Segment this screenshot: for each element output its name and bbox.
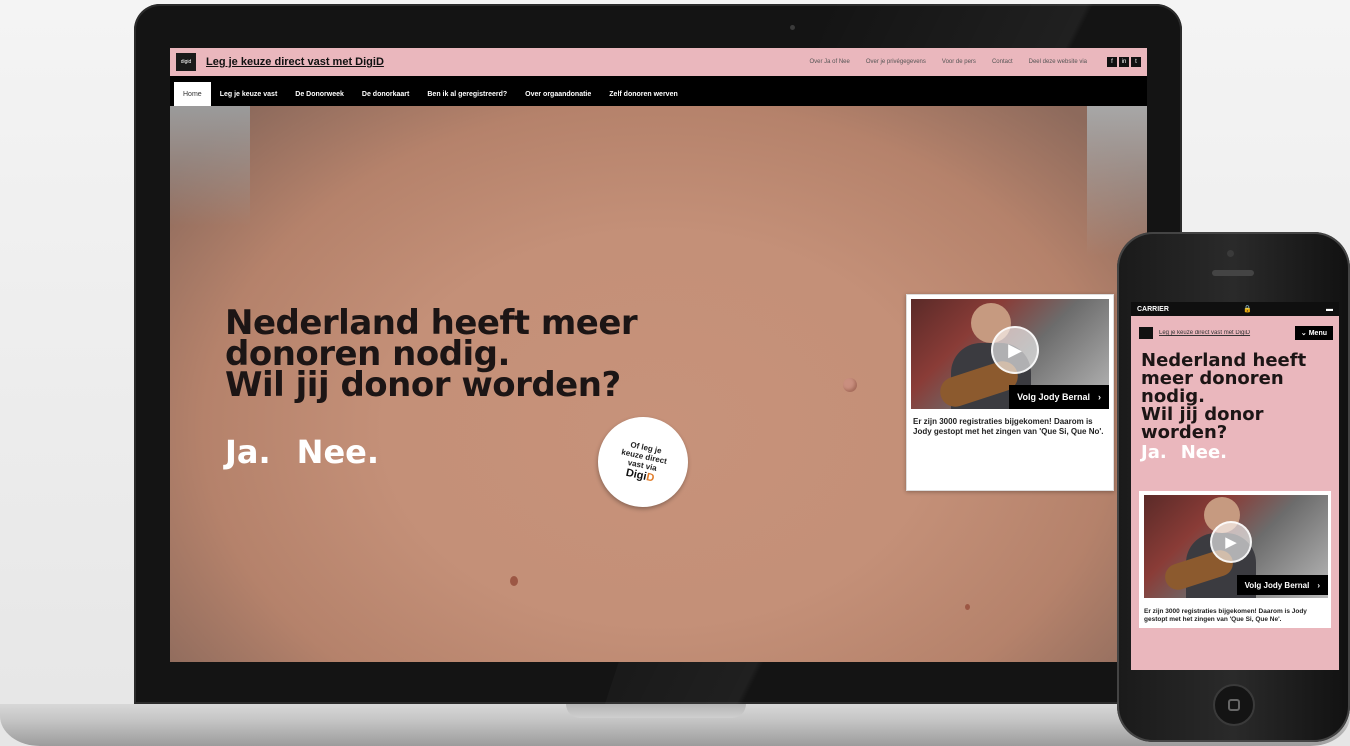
phone-site-title[interactable]: Leg je keuze direct vast met DigiD: [1159, 330, 1267, 336]
social-icons: f in t: [1107, 57, 1141, 67]
digid-logo[interactable]: [1139, 327, 1153, 339]
home-square-icon: [1228, 699, 1240, 711]
phone-speaker: [1212, 270, 1254, 276]
top-link-privacy[interactable]: Over je privégegevens: [866, 59, 926, 65]
phone-headline: Nederland heeft meer donoren nodig. Wil …: [1131, 346, 1339, 442]
yes-button[interactable]: Ja.: [1141, 442, 1167, 463]
phone-yes-no-choice: Ja. Nee.: [1131, 442, 1339, 463]
nav-donorweek[interactable]: De Donorweek: [286, 82, 353, 106]
top-link-about[interactable]: Over Ja of Nee: [810, 59, 850, 65]
follow-jody-button[interactable]: Volg Jody Bernal ›: [1009, 385, 1109, 409]
laptop-screen: digid Leg je keuze direct vast met DigiD…: [170, 48, 1147, 662]
facebook-icon[interactable]: f: [1107, 57, 1117, 67]
main-nav: Home Leg je keuze vast De Donorweek De d…: [170, 76, 1147, 106]
chevron-right-icon: ›: [1317, 580, 1320, 590]
video-thumbnail[interactable]: ▶ Volg Jody Bernal ›: [911, 299, 1109, 409]
video-card: ▶ Volg Jody Bernal › Er zijn 3000 regist…: [906, 294, 1114, 491]
no-button[interactable]: Nee.: [297, 433, 379, 471]
battery-icon: ▬: [1325, 305, 1333, 313]
laptop-notch: [566, 704, 746, 718]
carrier-label: CARRIER: [1137, 305, 1169, 313]
top-link-contact[interactable]: Contact: [992, 59, 1013, 65]
menu-button[interactable]: ⌄ Menu: [1294, 326, 1333, 340]
skin-mole: [510, 576, 518, 586]
video-caption: Er zijn 3000 registraties bijgekomen! Da…: [1144, 608, 1307, 623]
video-thumbnail[interactable]: ▶ Volg Jody Bernal ›: [1144, 495, 1328, 598]
play-icon[interactable]: ▶: [991, 326, 1039, 374]
top-link-share: Deel deze website via: [1028, 59, 1087, 65]
nav-orgaandonatie[interactable]: Over orgaandonatie: [516, 82, 600, 106]
lock-icon: 🔒: [1243, 306, 1252, 313]
chevron-right-icon: ›: [1098, 392, 1101, 402]
hero-shadow-right: [1087, 106, 1147, 256]
nav-leg-je-keuze-vast[interactable]: Leg je keuze vast: [211, 82, 287, 106]
nav-home[interactable]: Home: [174, 82, 211, 106]
phone-camera: [1227, 250, 1234, 257]
home-button[interactable]: [1213, 684, 1255, 726]
top-links: Over Ja of Nee Over je privégegevens Voo…: [810, 57, 1141, 67]
hero-headline: Nederland heeft meer donoren nodig. Wil …: [225, 306, 705, 405]
chevron-down-icon: ⌄: [1300, 330, 1309, 337]
site-top-bar: digid Leg je keuze direct vast met DigiD…: [170, 48, 1147, 76]
follow-label: Volg Jody Bernal: [1244, 580, 1310, 590]
headline-line: Wil jij donor worden?: [225, 365, 621, 405]
site-title-link[interactable]: Leg je keuze direct vast met DigiD: [206, 56, 384, 68]
follow-jody-button[interactable]: Volg Jody Bernal ›: [1236, 575, 1328, 595]
digid-wordmark: DigiD: [624, 466, 656, 485]
nav-donorkaart[interactable]: De donorkaart: [353, 82, 418, 106]
nav-donoren-werven[interactable]: Zelf donoren werven: [600, 82, 686, 106]
headline-line: worden?: [1141, 422, 1228, 443]
phone-site-header: Leg je keuze direct vast met DigiD ⌄ Men…: [1131, 316, 1339, 346]
phone-screen: CARRIER 🔒 ▬ Leg je keuze direct vast met…: [1131, 302, 1339, 670]
phone-status-bar: CARRIER 🔒 ▬: [1131, 302, 1339, 316]
skin-mole: [965, 604, 970, 610]
linkedin-icon[interactable]: in: [1119, 57, 1129, 67]
top-link-press[interactable]: Voor de pers: [942, 59, 976, 65]
skin-mole: [843, 378, 857, 392]
menu-label: Menu: [1308, 330, 1327, 337]
yes-no-choice: Ja. Nee.: [225, 433, 379, 471]
phone-video-card: ▶ Volg Jody Bernal › Er zijn 3000 regist…: [1139, 491, 1331, 628]
nav-geregistreerd[interactable]: Ben ik al geregistreerd?: [418, 82, 516, 106]
twitter-icon[interactable]: t: [1131, 57, 1141, 67]
hero-shadow-left: [170, 106, 250, 226]
no-button[interactable]: Nee.: [1181, 442, 1227, 463]
laptop-camera: [790, 25, 795, 30]
play-icon[interactable]: ▶: [1210, 521, 1252, 563]
digid-logo[interactable]: digid: [176, 53, 196, 71]
video-caption: Er zijn 3000 registraties bijgekomen! Da…: [913, 417, 1104, 436]
phone-body: CARRIER 🔒 ▬ Leg je keuze direct vast met…: [1117, 232, 1350, 742]
follow-label: Volg Jody Bernal: [1017, 392, 1090, 402]
yes-button[interactable]: Ja.: [225, 433, 271, 471]
